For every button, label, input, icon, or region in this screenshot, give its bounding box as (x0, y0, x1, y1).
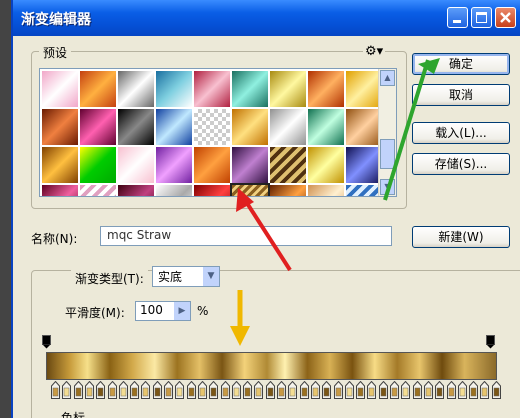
annotation-overlay (230, 58, 440, 346)
yellow-arrow-head (230, 326, 250, 346)
green-arrow-line (383, 59, 430, 201)
red-arrow-line (243, 198, 292, 272)
